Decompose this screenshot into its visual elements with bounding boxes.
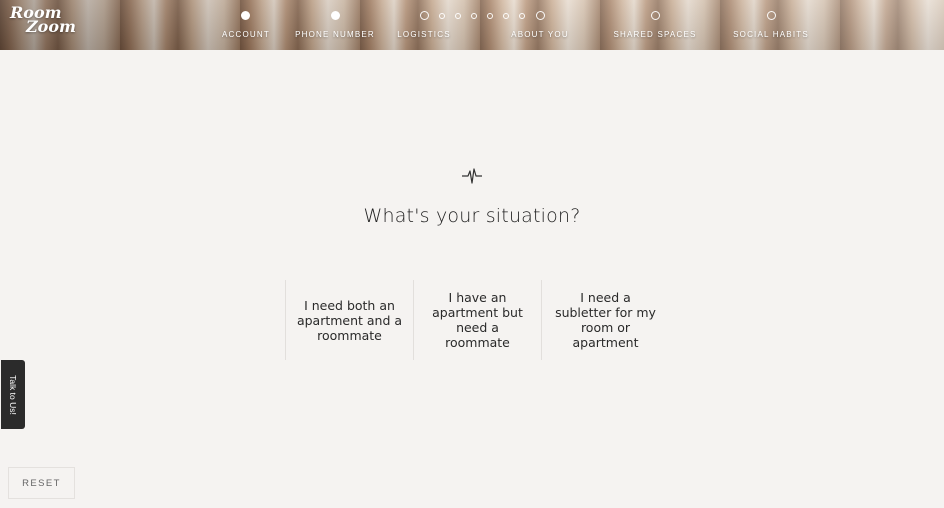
- step-dot-logistics[interactable]: [420, 11, 429, 20]
- step-label-account[interactable]: ACCOUNT: [222, 30, 270, 39]
- step-substep-dot: [503, 13, 509, 19]
- step-label-social-habits[interactable]: SOCIAL HABITS: [733, 30, 809, 39]
- step-label-about-you[interactable]: ABOUT YOU: [511, 30, 569, 39]
- option-have-apartment-need-roommate[interactable]: I have an apartment but need a roommate: [413, 280, 541, 360]
- option-need-subletter[interactable]: I need a subletter for my room or apartm…: [541, 280, 669, 360]
- roomzoom-logo[interactable]: Room Zoom: [10, 5, 76, 36]
- option-label: I have an apartment but need a roommate: [432, 290, 523, 350]
- option-label: I need a subletter for my room or apartm…: [555, 290, 656, 350]
- step-dot-social-habits[interactable]: [767, 11, 776, 20]
- question-title: What's your situation?: [363, 205, 581, 227]
- talk-to-us-tab[interactable]: Talk to Us!: [1, 360, 25, 429]
- step-label-logistics[interactable]: LOGISTICS: [397, 30, 450, 39]
- step-dot-phone-number[interactable]: [331, 11, 340, 20]
- step-substep-dot: [519, 13, 525, 19]
- step-substep-dot: [487, 13, 493, 19]
- step-substep-dot: [439, 13, 445, 19]
- step-dot-about-you[interactable]: [536, 11, 545, 20]
- option-need-apartment-and-roommate[interactable]: I need both an apartment and a roommate: [285, 280, 413, 360]
- step-dot-account[interactable]: [241, 11, 250, 20]
- option-label: I need both an apartment and a roommate: [296, 297, 403, 343]
- step-dot-shared-spaces[interactable]: [651, 11, 660, 20]
- reset-button[interactable]: RESET: [8, 467, 75, 499]
- step-label-shared-spaces[interactable]: SHARED SPACES: [613, 30, 696, 39]
- situation-options: I need both an apartment and a roommate …: [285, 280, 669, 360]
- talk-to-us-label: Talk to Us!: [8, 374, 18, 415]
- step-label-phone-number[interactable]: PHONE NUMBER: [295, 30, 375, 39]
- pulse-icon: [462, 168, 482, 184]
- header-banner: Room Zoom ACCOUNT PHONE NUMBER LOGISTICS…: [0, 0, 944, 50]
- logo-line-2: Zoom: [26, 17, 76, 36]
- step-substep-dot: [455, 13, 461, 19]
- step-substep-dot: [471, 13, 477, 19]
